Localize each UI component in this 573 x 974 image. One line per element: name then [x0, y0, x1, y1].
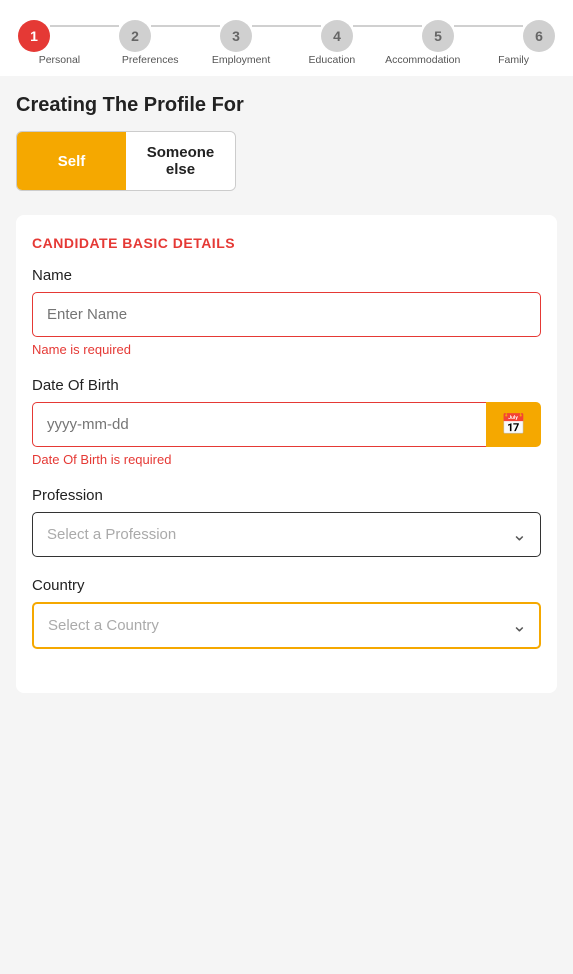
step-label-6: Family [468, 54, 559, 66]
dob-error-message: Date Of Birth is required [32, 452, 541, 467]
connector-2 [151, 25, 220, 27]
step-label-4: Education [286, 54, 377, 66]
step-label-2: Preferences [105, 54, 196, 66]
stepper-container: 1 2 3 4 5 6 Personal Preferences Employm… [0, 0, 573, 76]
page-section-title: Creating The Profile For [16, 94, 557, 117]
country-label: Country [32, 577, 541, 594]
profile-toggle-group: Self Someone else [16, 131, 236, 191]
dob-input-row: 📅 [32, 402, 541, 447]
name-error-message: Name is required [32, 342, 541, 357]
step-circle-5: 5 [422, 20, 454, 52]
step-3[interactable]: 3 [220, 20, 252, 52]
step-1[interactable]: 1 [18, 20, 50, 52]
step-circle-4: 4 [321, 20, 353, 52]
country-select[interactable]: Select a Country [32, 602, 541, 649]
profession-select-wrapper: Select a Profession ⌄ [32, 512, 541, 557]
step-6[interactable]: 6 [523, 20, 555, 52]
self-toggle-button[interactable]: Self [17, 132, 126, 190]
step-circle-6: 6 [523, 20, 555, 52]
connector-4 [353, 25, 422, 27]
country-field-group: Country Select a Country ⌄ [32, 577, 541, 649]
step-label-1: Personal [14, 54, 105, 66]
name-input[interactable] [32, 292, 541, 337]
profession-label: Profession [32, 487, 541, 504]
dob-label: Date Of Birth [32, 377, 541, 394]
labels-row: Personal Preferences Employment Educatio… [10, 54, 563, 66]
connector-1 [50, 25, 119, 27]
main-content: Creating The Profile For Self Someone el… [0, 76, 573, 713]
someone-else-toggle-button[interactable]: Someone else [126, 132, 235, 190]
step-2[interactable]: 2 [119, 20, 151, 52]
step-label-5: Accommodation [377, 54, 468, 66]
connector-5 [454, 25, 523, 27]
step-4[interactable]: 4 [321, 20, 353, 52]
form-card: CANDIDATE BASIC DETAILS Name Name is req… [16, 215, 557, 693]
form-section-heading: CANDIDATE BASIC DETAILS [32, 235, 541, 251]
calendar-icon: 📅 [501, 412, 526, 437]
profession-select[interactable]: Select a Profession [32, 512, 541, 557]
name-field-group: Name Name is required [32, 267, 541, 357]
steps-row: 1 2 3 4 5 6 [10, 20, 563, 52]
country-select-wrapper: Select a Country ⌄ [32, 602, 541, 649]
step-circle-2: 2 [119, 20, 151, 52]
dob-field-group: Date Of Birth 📅 Date Of Birth is require… [32, 377, 541, 467]
profession-field-group: Profession Select a Profession ⌄ [32, 487, 541, 557]
calendar-button[interactable]: 📅 [486, 402, 541, 447]
dob-input[interactable] [32, 402, 486, 447]
step-circle-1: 1 [18, 20, 50, 52]
step-label-3: Employment [196, 54, 287, 66]
connector-3 [252, 25, 321, 27]
step-circle-3: 3 [220, 20, 252, 52]
step-5[interactable]: 5 [422, 20, 454, 52]
name-label: Name [32, 267, 541, 284]
